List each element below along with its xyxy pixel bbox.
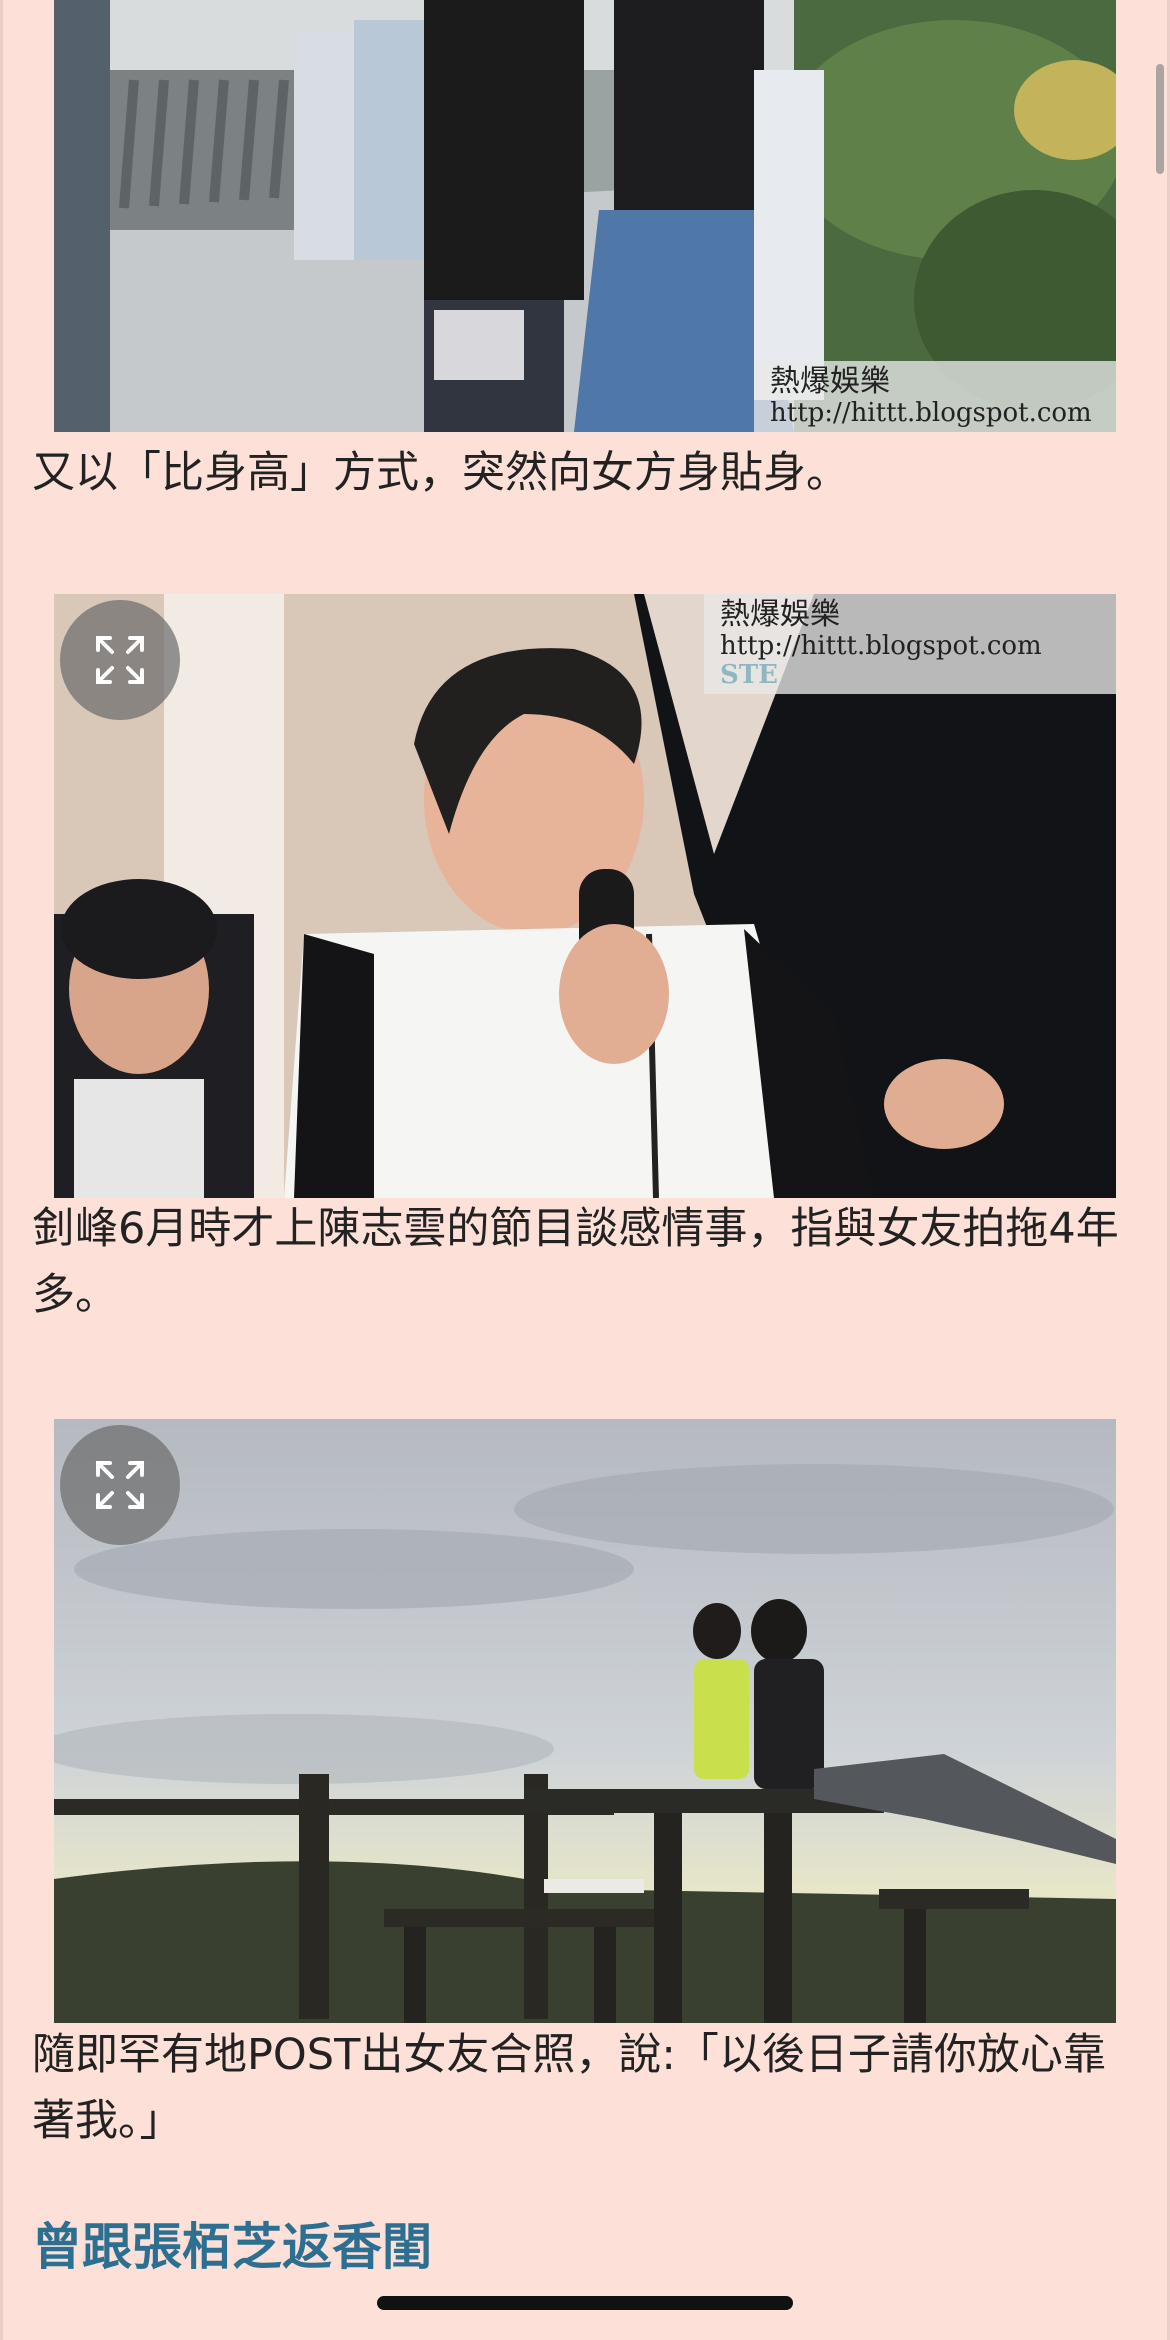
page-edge [0,0,3,2340]
photo-image [54,1419,1116,2023]
scrollbar[interactable] [1156,64,1164,174]
watermark-background-text: STE [720,659,778,690]
home-indicator[interactable] [377,2296,793,2310]
watermark-url-text: http://hittt.blogspot.com [720,630,1042,661]
expand-icon [96,1461,144,1509]
photo-watermark: 熱爆娛樂 http://hittt.blogspot.com [754,361,1116,432]
section-heading: 曾跟張栢芝返香閨 [32,2218,432,2276]
article-photo-sunset[interactable] [54,1419,1116,2023]
watermark-url: http://hittt.blogspot.com STE [720,630,1100,690]
expand-photo-button[interactable] [60,600,180,720]
photo-caption: 又以「比身高」方式，突然向女方身貼身。 [32,448,849,498]
watermark-name: 熱爆娛樂 [770,364,890,400]
watermark-url: http://hittt.blogspot.com [770,397,1092,428]
expand-icon [96,636,144,684]
photo-caption: 隨即罕有地POST出女友合照，說:「以後日子請你放心靠著我。」 [32,2030,1106,2146]
photo-caption: 釗峰6月時才上陳志雲的節目談感情事，指與女友拍拖4年多。 [32,1204,1119,1320]
watermark-name: 熱爆娛樂 [720,597,840,632]
photo-watermark: 熱爆娛樂 http://hittt.blogspot.com STE [704,594,1116,694]
expand-photo-button[interactable] [60,1425,180,1545]
article-photo-walkway[interactable]: 熱爆娛樂 http://hittt.blogspot.com [54,0,1116,432]
article-photo-interview[interactable]: 熱爆娛樂 http://hittt.blogspot.com STE [54,594,1116,1198]
